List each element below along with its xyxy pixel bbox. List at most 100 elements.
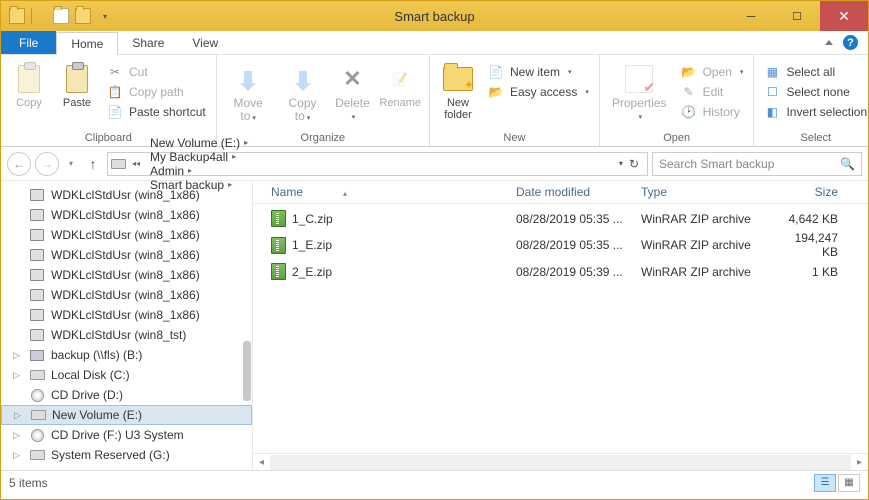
- navigation-tree[interactable]: WDKLclStdUsr (win8_1x86)WDKLclStdUsr (wi…: [1, 181, 253, 470]
- edit-button[interactable]: ✎Edit: [677, 83, 748, 101]
- copy-path-button[interactable]: 📋Copy path: [103, 83, 210, 101]
- copy-button[interactable]: Copy: [7, 61, 51, 111]
- file-row[interactable]: 2_E.zip08/28/2019 05:39 ...WinRAR ZIP ar…: [253, 261, 868, 282]
- column-date[interactable]: Date modified: [516, 185, 641, 199]
- tree-item[interactable]: WDKLclStdUsr (win8_1x86): [1, 225, 252, 245]
- easy-access-button[interactable]: 📂Easy access▾: [484, 83, 593, 101]
- new-item-button[interactable]: 📄New item▾: [484, 63, 593, 81]
- file-date: 08/28/2019 05:39 ...: [516, 265, 641, 279]
- pc-icon: [29, 247, 45, 263]
- search-input[interactable]: Search Smart backup 🔍: [652, 152, 862, 176]
- tree-item[interactable]: ▷ System Reserved (G:): [1, 445, 252, 465]
- tree-item[interactable]: WDKLclStdUsr (win8_1x86): [1, 285, 252, 305]
- file-row[interactable]: 1_C.zip08/28/2019 05:35 ...WinRAR ZIP ar…: [253, 208, 868, 229]
- tree-item[interactable]: WDKLclStdUsr (win8_1x86): [1, 305, 252, 325]
- help-icon[interactable]: ?: [843, 35, 858, 50]
- expand-icon[interactable]: ▷: [13, 450, 23, 461]
- close-button[interactable]: ✕: [820, 1, 868, 31]
- tree-item[interactable]: ▷backup (\\fls) (B:): [1, 345, 252, 365]
- paste-shortcut-button[interactable]: 📄Paste shortcut: [103, 103, 210, 121]
- share-tab[interactable]: Share: [118, 31, 178, 54]
- file-row[interactable]: 1_E.zip08/28/2019 05:35 ...WinRAR ZIP ar…: [253, 229, 868, 261]
- paste-button[interactable]: Paste: [55, 61, 99, 111]
- expand-icon[interactable]: ▷: [13, 430, 23, 441]
- home-tab[interactable]: Home: [56, 32, 118, 55]
- tree-item[interactable]: WDKLclStdUsr (win8_1x86): [1, 185, 252, 205]
- shortcut-icon: 📄: [107, 104, 123, 120]
- expand-icon[interactable]: ▷: [14, 410, 24, 421]
- expand-icon[interactable]: ▷: [13, 350, 23, 361]
- tree-item-label: WDKLclStdUsr (win8_1x86): [51, 208, 200, 222]
- open-button[interactable]: 📂Open▾: [677, 63, 748, 81]
- column-name[interactable]: Name: [271, 185, 303, 199]
- delete-button[interactable]: ✕Delete▾: [331, 61, 373, 126]
- column-headers[interactable]: Name▴ Date modified Type Size: [253, 181, 868, 204]
- tree-item[interactable]: WDKLclStdUsr (win8_1x86): [1, 245, 252, 265]
- properties-icon[interactable]: [53, 8, 69, 24]
- move-to-button[interactable]: Move to▾: [223, 61, 274, 127]
- net-icon: [29, 347, 45, 363]
- new-folder-button[interactable]: New folder: [436, 61, 480, 123]
- pc-icon: [29, 287, 45, 303]
- refresh-icon[interactable]: ↻: [629, 157, 639, 171]
- invert-selection-button[interactable]: ◧Invert selection: [760, 103, 869, 121]
- new-folder-icon[interactable]: [75, 8, 91, 24]
- select-group: ▦Select all ☐Select none ◧Invert selecti…: [754, 55, 869, 146]
- scroll-right-icon[interactable]: ▸: [851, 457, 868, 468]
- expand-icon[interactable]: ▷: [13, 370, 23, 381]
- tree-item-label: WDKLclStdUsr (win8_1x86): [51, 228, 200, 242]
- select-none-button[interactable]: ☐Select none: [760, 83, 869, 101]
- view-tab[interactable]: View: [178, 31, 232, 54]
- folder-icon[interactable]: [9, 8, 25, 24]
- item-count: 5 items: [9, 476, 48, 490]
- minimize-button[interactable]: ─: [728, 1, 774, 31]
- horizontal-scrollbar[interactable]: ◂ ▸: [253, 453, 868, 470]
- organize-group: Move to▾ Copy to▾ ✕Delete▾ 📝Rename Organ…: [217, 55, 430, 146]
- properties-button[interactable]: Properties▾: [606, 61, 673, 126]
- breadcrumb-prefix[interactable]: ◂◂: [128, 159, 144, 168]
- qat-separator: [31, 8, 47, 24]
- tree-item-label: CD Drive (D:): [51, 388, 123, 402]
- cut-button[interactable]: ✂Cut: [103, 63, 210, 81]
- up-button[interactable]: ↑: [83, 154, 103, 174]
- group-label: Organize: [223, 130, 423, 146]
- scroll-left-icon[interactable]: ◂: [253, 457, 270, 468]
- tree-item[interactable]: ▷CD Drive (F:) U3 System: [1, 425, 252, 445]
- file-type: WinRAR ZIP archive: [641, 265, 786, 279]
- breadcrumb-segment[interactable]: Admin▸: [146, 164, 252, 178]
- recent-dropdown[interactable]: ▾: [63, 152, 79, 176]
- tree-item[interactable]: ▷Local Disk (C:): [1, 365, 252, 385]
- breadcrumb-segment[interactable]: New Volume (E:)▸: [146, 136, 252, 150]
- back-button[interactable]: ←: [7, 152, 31, 176]
- tree-item[interactable]: WDKLclStdUsr (win8_tst): [1, 325, 252, 345]
- column-size[interactable]: Size: [786, 185, 868, 199]
- tree-item[interactable]: WDKLclStdUsr (win8_1x86): [1, 265, 252, 285]
- tree-item-label: New Volume (E:): [52, 408, 142, 422]
- details-view-button[interactable]: ☰: [814, 474, 836, 492]
- address-bar[interactable]: ◂◂ New Volume (E:)▸My Backup4all▸Admin▸S…: [107, 152, 648, 176]
- forward-button[interactable]: →: [35, 152, 59, 176]
- file-rows: 1_C.zip08/28/2019 05:35 ...WinRAR ZIP ar…: [253, 204, 868, 286]
- address-dropdown-icon[interactable]: ▾: [619, 159, 623, 168]
- titlebar: ▾ Smart backup ─ ☐ ✕: [1, 1, 868, 31]
- copy-to-button[interactable]: Copy to▾: [278, 61, 328, 127]
- navigation-bar: ← → ▾ ↑ ◂◂ New Volume (E:)▸My Backup4all…: [1, 147, 868, 181]
- icons-view-button[interactable]: ▦: [838, 474, 860, 492]
- scrollbar-thumb[interactable]: [243, 341, 251, 401]
- qat-dropdown-icon[interactable]: ▾: [97, 8, 113, 24]
- select-all-button[interactable]: ▦Select all: [760, 63, 869, 81]
- cd-icon: [29, 387, 45, 403]
- file-tab[interactable]: File: [1, 31, 56, 54]
- tree-item[interactable]: WDKLclStdUsr (win8_1x86): [1, 205, 252, 225]
- breadcrumb-segment[interactable]: My Backup4all▸: [146, 150, 252, 164]
- column-type[interactable]: Type: [641, 185, 786, 199]
- tree-item-label: System Reserved (G:): [51, 448, 170, 462]
- collapse-ribbon-icon[interactable]: [825, 40, 833, 45]
- maximize-button[interactable]: ☐: [774, 1, 820, 31]
- rename-button[interactable]: 📝Rename: [377, 61, 423, 111]
- history-button[interactable]: 🕑History: [677, 103, 748, 121]
- tree-item[interactable]: CD Drive (D:): [1, 385, 252, 405]
- clipboard-group: Copy Paste ✂Cut 📋Copy path 📄Paste shortc…: [1, 55, 217, 146]
- drive-icon: [110, 156, 126, 172]
- tree-item[interactable]: ▷ New Volume (E:): [1, 405, 252, 425]
